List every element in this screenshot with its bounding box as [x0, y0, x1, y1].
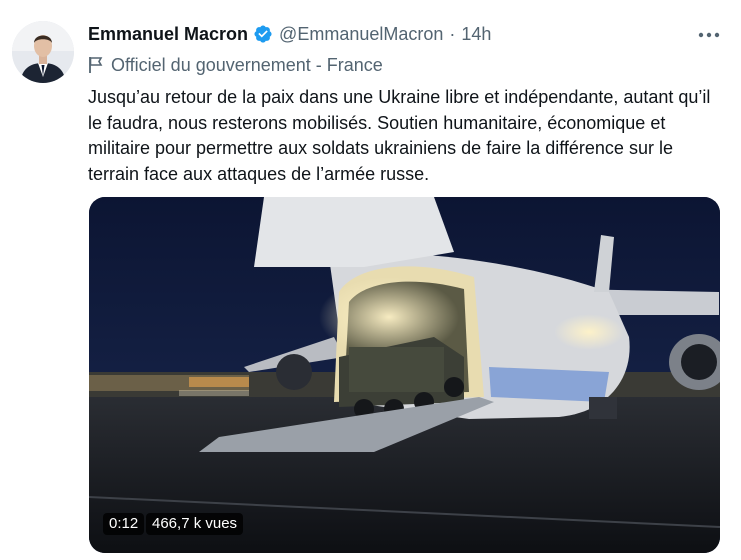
- separator: ·: [449, 23, 456, 44]
- tweet[interactable]: Emmanuel Macron @EmmanuelMacron · 14h Of…: [0, 0, 741, 560]
- verified-badge-icon: [253, 24, 273, 44]
- video-thumbnail: [89, 197, 720, 553]
- more-dots-icon[interactable]: [694, 24, 724, 46]
- tweet-text: Jusqu’au retour de la paix dans une Ukra…: [88, 87, 711, 184]
- author-name[interactable]: Emmanuel Macron: [88, 24, 248, 45]
- video-views: 466,7 k vues: [146, 513, 244, 535]
- tweet-header: Emmanuel Macron @EmmanuelMacron · 14h: [88, 22, 491, 46]
- avatar[interactable]: [12, 21, 74, 83]
- label-text: Officiel du gouvernement - France: [111, 54, 383, 75]
- video-duration: 0:12: [103, 513, 145, 535]
- tweet-time[interactable]: 14h: [461, 24, 491, 45]
- government-label[interactable]: Officiel du gouvernement - France: [88, 53, 383, 77]
- flag-icon: [88, 56, 104, 74]
- video-player[interactable]: 0:12 466,7 k vues: [89, 197, 720, 553]
- avatar-image: [12, 21, 74, 83]
- author-handle[interactable]: @EmmanuelMacron: [279, 24, 443, 45]
